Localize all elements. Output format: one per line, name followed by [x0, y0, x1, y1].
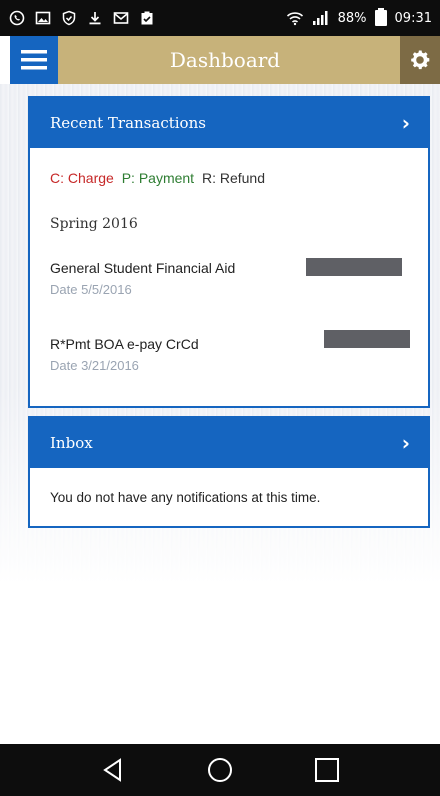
recent-transactions-header[interactable]: Recent Transactions ›	[30, 98, 428, 148]
inbox-title: Inbox	[50, 434, 93, 452]
wifi-icon	[286, 9, 304, 27]
download-icon	[86, 9, 104, 27]
battery-icon	[374, 8, 387, 26]
home-button[interactable]	[200, 750, 240, 790]
status-system: 88% 09:31	[286, 8, 432, 27]
home-icon	[207, 758, 232, 782]
settings-button[interactable]	[400, 36, 440, 84]
image-icon	[34, 9, 52, 27]
clock: 09:31	[394, 10, 432, 26]
transaction-date: Date 3/21/2016	[50, 358, 139, 373]
chevron-right-icon: ›	[401, 111, 410, 135]
legend-refund: R: Refund	[201, 170, 266, 186]
recents-icon	[314, 758, 339, 782]
page-title: Dashboard	[169, 48, 281, 72]
gear-icon	[411, 50, 430, 70]
transaction-date: Date 5/5/2016	[50, 282, 132, 297]
transaction-row[interactable]: R*Pmt BOA e-pay CrCd Date 3/21/2016	[50, 330, 412, 373]
transaction-legend: C: Charge P: Payment R: Refund	[50, 170, 265, 186]
navigation-bar	[0, 744, 440, 796]
legend-payment: P: Payment	[121, 170, 195, 186]
recents-button[interactable]	[307, 750, 347, 790]
transaction-row[interactable]: General Student Financial Aid Date 5/5/2…	[50, 258, 412, 297]
chevron-right-icon: ›	[401, 431, 410, 455]
back-button[interactable]	[93, 750, 133, 790]
redacted-amount	[306, 258, 402, 276]
hamburger-menu-icon	[21, 50, 47, 70]
redacted-amount	[324, 330, 410, 348]
inbox-message: You do not have any notifications at thi…	[50, 490, 321, 505]
status-bar: 88% 09:31	[0, 0, 440, 36]
term-heading: Spring 2016	[50, 216, 138, 232]
battery-percent: 88%	[337, 10, 367, 26]
app-header: Dashboard	[10, 36, 440, 84]
shield-check-icon	[60, 9, 78, 27]
inbox-card: Inbox › You do not have any notification…	[28, 416, 430, 528]
recent-transactions-title: Recent Transactions	[50, 114, 206, 132]
menu-button[interactable]	[10, 36, 58, 84]
clipboard-check-icon	[138, 9, 156, 27]
gmail-icon	[112, 9, 130, 27]
whatsapp-icon	[8, 9, 26, 27]
back-icon	[103, 758, 122, 782]
signal-icon	[312, 9, 330, 27]
inbox-header[interactable]: Inbox ›	[30, 418, 428, 468]
status-notifications	[8, 9, 156, 27]
legend-charge: C: Charge	[50, 170, 114, 186]
recent-transactions-card: Recent Transactions › C: Charge P: Payme…	[28, 96, 430, 408]
